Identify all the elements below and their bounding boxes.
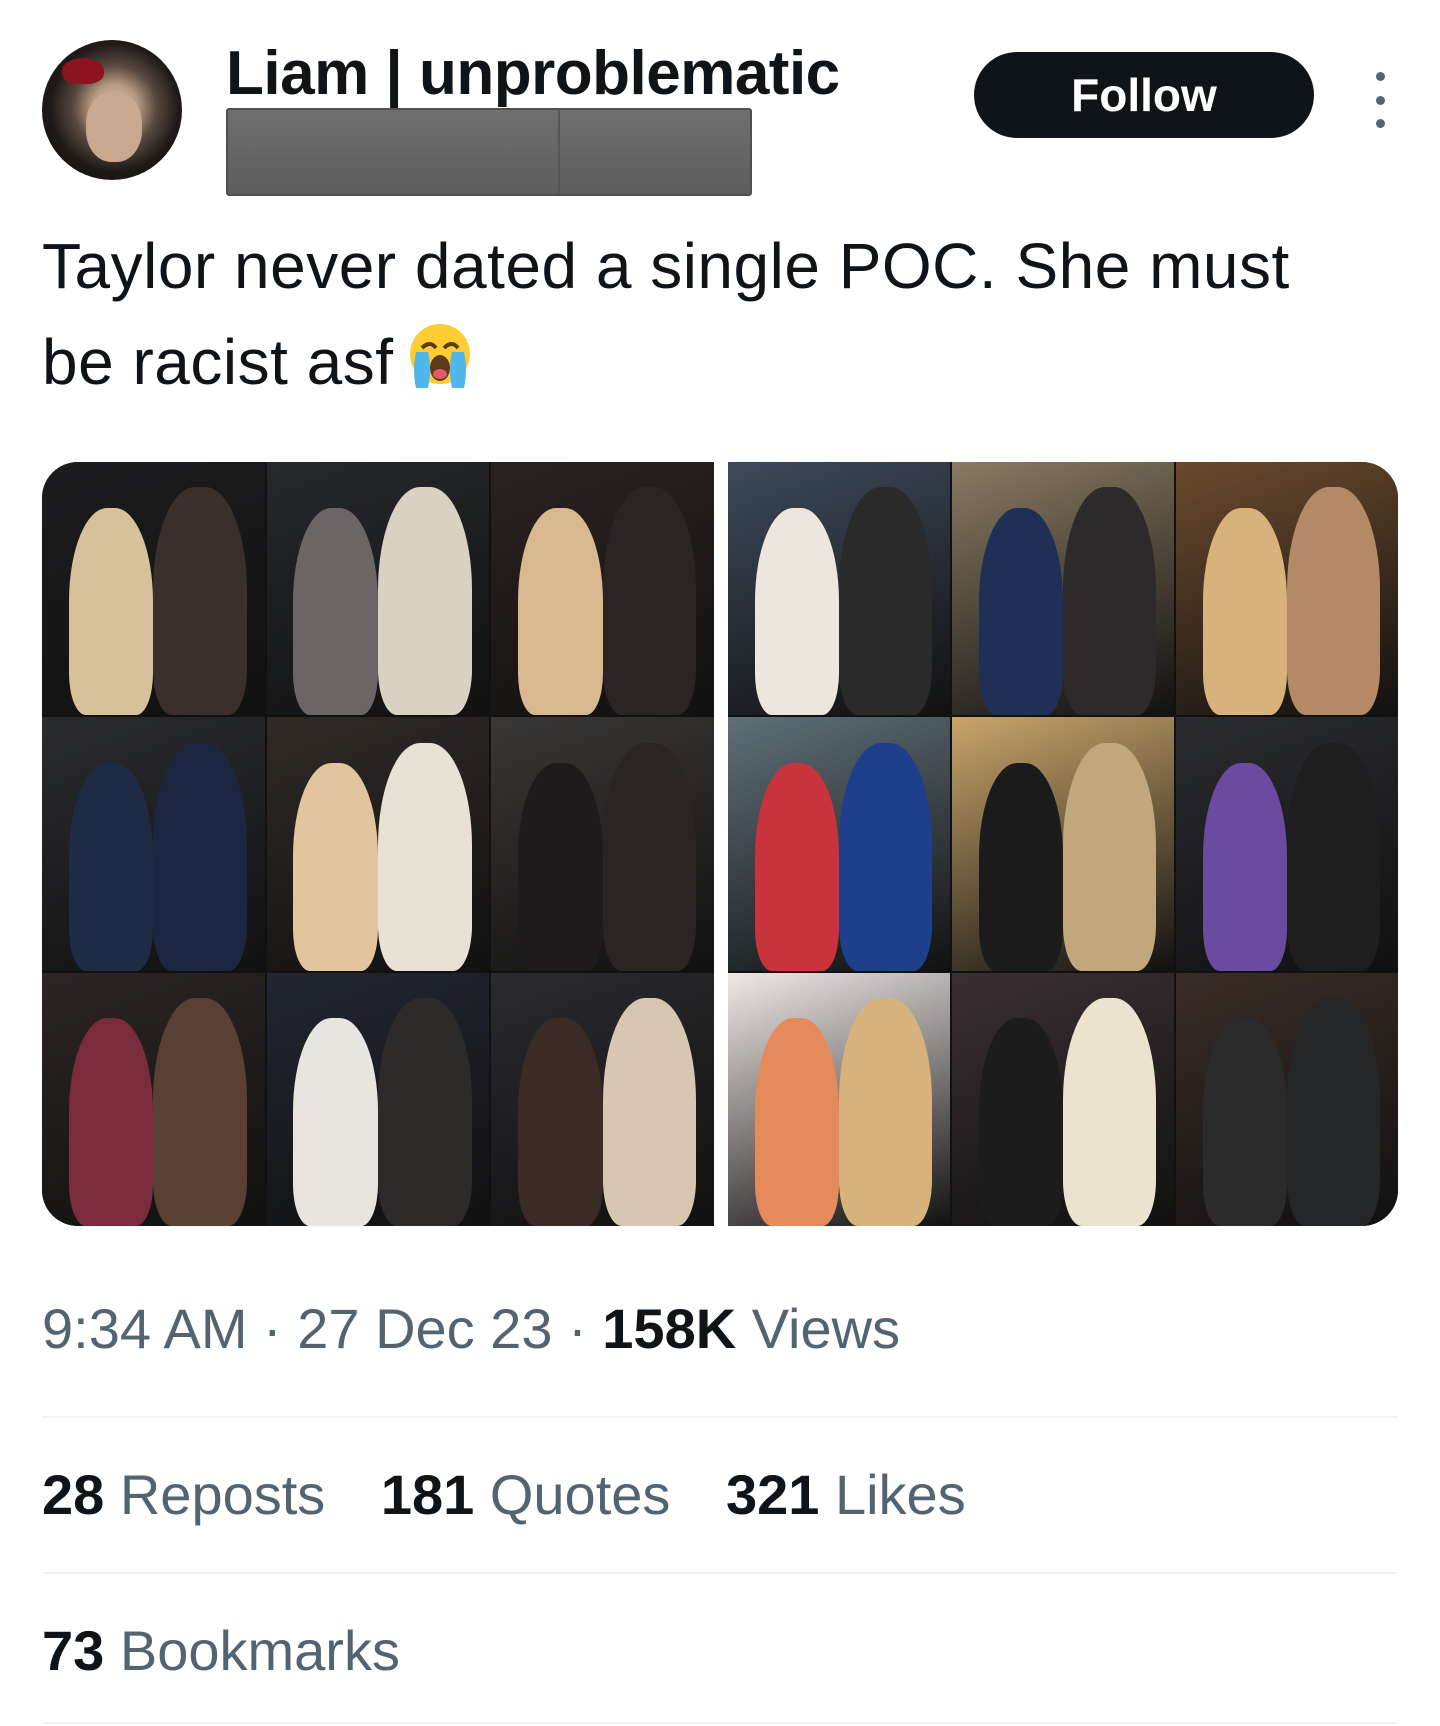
avatar-bow [62, 58, 104, 84]
photo-figure [839, 997, 933, 1226]
more-vertical-icon[interactable] [1362, 72, 1398, 128]
bookmarks-stat[interactable]: 73 Bookmarks [42, 1618, 400, 1683]
divider [42, 1722, 1398, 1724]
collage-photo [491, 972, 714, 1226]
photo-figure [518, 507, 603, 716]
divider [42, 1416, 1398, 1418]
photo-figure [839, 742, 933, 971]
views-label: Views [736, 1297, 901, 1360]
photo-figure [153, 997, 247, 1226]
photo-figure [1202, 762, 1287, 971]
photo-figure [602, 742, 697, 971]
photo-figure [602, 997, 697, 1226]
collage-photo [491, 462, 714, 716]
photo-figure [377, 487, 472, 716]
redacted-handle [226, 108, 752, 196]
collage-photo [266, 717, 490, 971]
photo-figure [293, 762, 378, 971]
photo-figure [1063, 997, 1157, 1226]
collage-photo [491, 717, 714, 971]
photo-figure [1063, 487, 1157, 716]
photo-figure [978, 1018, 1063, 1226]
photo-figure [839, 487, 933, 716]
bookmarks-count: 73 [42, 1619, 105, 1682]
views-count: 158K [602, 1297, 737, 1360]
collage-photo [42, 717, 265, 971]
tweet-date[interactable]: 27 Dec 23 [297, 1297, 552, 1360]
reposts-stat[interactable]: 28 Reposts [42, 1462, 325, 1527]
collage-photo [1176, 972, 1398, 1226]
photo-figure [153, 487, 247, 716]
tweet-body: Taylor never dated a single POC. She mus… [42, 230, 1290, 398]
collage-photo [1176, 462, 1398, 716]
photo-figure [1287, 997, 1381, 1226]
photo-figure [978, 507, 1063, 716]
meta-separator: · [247, 1297, 298, 1360]
quotes-label: Quotes [474, 1463, 671, 1526]
photo-figure [518, 1018, 603, 1226]
photo-figure [754, 507, 839, 716]
engagement-stats: 28 Reposts 181 Quotes 321 Likes [42, 1462, 1006, 1527]
collage-photo [952, 462, 1174, 716]
photo-figure [1287, 487, 1381, 716]
collage-photo [952, 717, 1174, 971]
follow-button[interactable]: Follow [974, 52, 1314, 138]
avatar-face [86, 92, 142, 162]
collage-photo [952, 972, 1174, 1226]
collage-photo [728, 717, 950, 971]
photo-figure [377, 742, 472, 971]
photo-figure [754, 1018, 839, 1226]
photo-figure [754, 762, 839, 971]
photo-figure [518, 762, 603, 971]
photo-figure [602, 487, 697, 716]
collage-photo [728, 972, 950, 1226]
tweet-meta: 9:34 AM · 27 Dec 23 · 158K Views [42, 1296, 900, 1361]
likes-label: Likes [819, 1463, 966, 1526]
collage-photo [728, 462, 950, 716]
author-avatar[interactable] [42, 40, 182, 180]
loudly-crying-face-icon [409, 324, 470, 388]
photo-figure [978, 762, 1063, 971]
collage-photo [1176, 717, 1398, 971]
collage-photo [266, 972, 490, 1226]
reposts-count: 28 [42, 1463, 105, 1526]
photo-figure [153, 742, 247, 971]
bookmarks-label: Bookmarks [104, 1619, 400, 1682]
tweet-text: Taylor never dated a single POC. She mus… [42, 218, 1372, 410]
photo-figure [1202, 1018, 1287, 1226]
collage-photo [42, 462, 265, 716]
collage-photo [42, 972, 265, 1226]
photo-figure [293, 1018, 378, 1226]
photo-figure [1202, 507, 1287, 716]
collage-photo [266, 462, 490, 716]
photo-figure [1287, 742, 1381, 971]
author-display-name[interactable]: Liam | unproblematic [226, 38, 840, 109]
photo-figure [68, 507, 154, 716]
meta-separator: · [552, 1297, 603, 1360]
reposts-label: Reposts [104, 1463, 326, 1526]
media-image-left[interactable] [42, 462, 714, 1226]
photo-figure [1063, 742, 1157, 971]
tweet-time[interactable]: 9:34 AM [42, 1297, 247, 1360]
divider [42, 1572, 1398, 1574]
photo-figure [68, 1018, 154, 1226]
photo-figure [293, 507, 378, 716]
likes-count: 321 [725, 1463, 820, 1526]
photo-figure [377, 997, 472, 1226]
quotes-stat[interactable]: 181 Quotes [381, 1462, 671, 1527]
media-image-right[interactable] [728, 462, 1398, 1226]
tweet-media[interactable] [42, 462, 1398, 1226]
quotes-count: 181 [380, 1463, 475, 1526]
photo-figure [68, 762, 154, 971]
likes-stat[interactable]: 321 Likes [726, 1462, 966, 1527]
tweet-header: Liam | unproblematic Follow [42, 38, 1398, 198]
